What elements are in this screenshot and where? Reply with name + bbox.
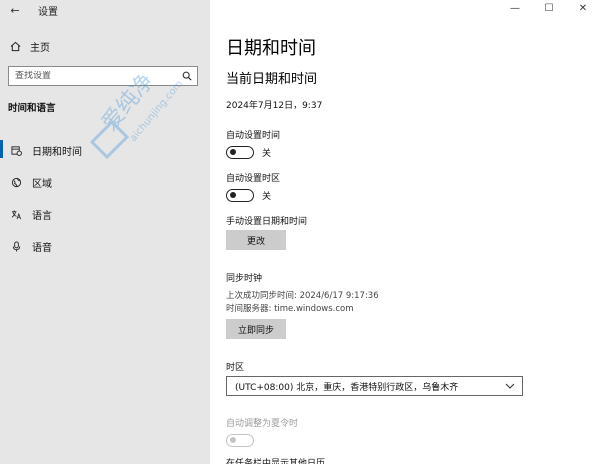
sidebar-item-label: 语音	[32, 242, 52, 254]
microphone-icon	[10, 240, 22, 252]
main-content: 日期和时间 当前日期和时间 2024年7月12日，9:37 自动设置时间 关 自…	[226, 0, 600, 464]
dst-toggle[interactable]	[226, 434, 254, 447]
auto-timezone-state: 关	[262, 192, 272, 202]
dst-label: 自动调整为夏令时	[226, 419, 299, 429]
sync-clock-label: 同步时钟	[226, 274, 263, 284]
home-icon	[8, 41, 22, 52]
auto-time-label: 自动设置时间	[226, 131, 281, 141]
timezone-selected-value: (UTC+08:00) 北京，重庆，香港特别行政区，乌鲁木齐	[235, 382, 459, 393]
timezone-label: 时区	[226, 363, 245, 373]
dst-toggle-row	[226, 434, 254, 447]
sidebar-item-language[interactable]: 语言	[0, 198, 210, 230]
current-datetime: 2024年7月12日，9:37	[226, 101, 323, 111]
auto-timezone-toggle-row: 关	[226, 189, 271, 202]
app-title: 设置	[38, 6, 58, 18]
section-title: 时间和语言	[8, 103, 56, 114]
time-server-text: 时间服务器: time.windows.com	[226, 304, 354, 314]
sidebar-item-speech[interactable]: 语音	[0, 230, 210, 262]
sidebar-item-home[interactable]: 主页	[0, 36, 50, 56]
sidebar-item-label: 语言	[32, 210, 52, 222]
timezone-select[interactable]: (UTC+08:00) 北京，重庆，香港特别行政区，乌鲁木齐	[226, 376, 523, 396]
calendar-label-cut: 在任务栏中显示其他日历	[226, 459, 326, 464]
globe-icon	[10, 177, 22, 188]
sidebar: ← 设置 主页 时间和语言 日期和时间 区域	[0, 0, 210, 464]
home-label: 主页	[30, 42, 50, 54]
calendar-clock-icon	[10, 145, 22, 156]
back-arrow-icon: ←	[10, 3, 20, 17]
auto-time-toggle[interactable]	[226, 146, 254, 159]
manual-datetime-label: 手动设置日期和时间	[226, 217, 308, 227]
language-icon	[10, 209, 22, 220]
section-subtitle: 当前日期和时间	[226, 72, 318, 87]
sidebar-item-label: 区域	[32, 178, 52, 190]
auto-timezone-label: 自动设置时区	[226, 174, 281, 184]
title-bar: ← 设置	[0, 0, 210, 20]
chevron-down-icon	[504, 380, 516, 392]
watermark: 爱纯净 aichunjing.com	[72, 52, 192, 182]
back-button[interactable]: ←	[4, 0, 26, 20]
auto-time-state: 关	[262, 149, 272, 159]
sync-now-button[interactable]: 立即同步	[226, 319, 286, 339]
page-title: 日期和时间	[226, 38, 316, 59]
auto-timezone-toggle[interactable]	[226, 189, 254, 202]
last-sync-text: 上次成功同步时间: 2024/6/17 9:17:36	[226, 291, 379, 301]
change-button[interactable]: 更改	[226, 230, 286, 250]
auto-time-toggle-row: 关	[226, 146, 271, 159]
